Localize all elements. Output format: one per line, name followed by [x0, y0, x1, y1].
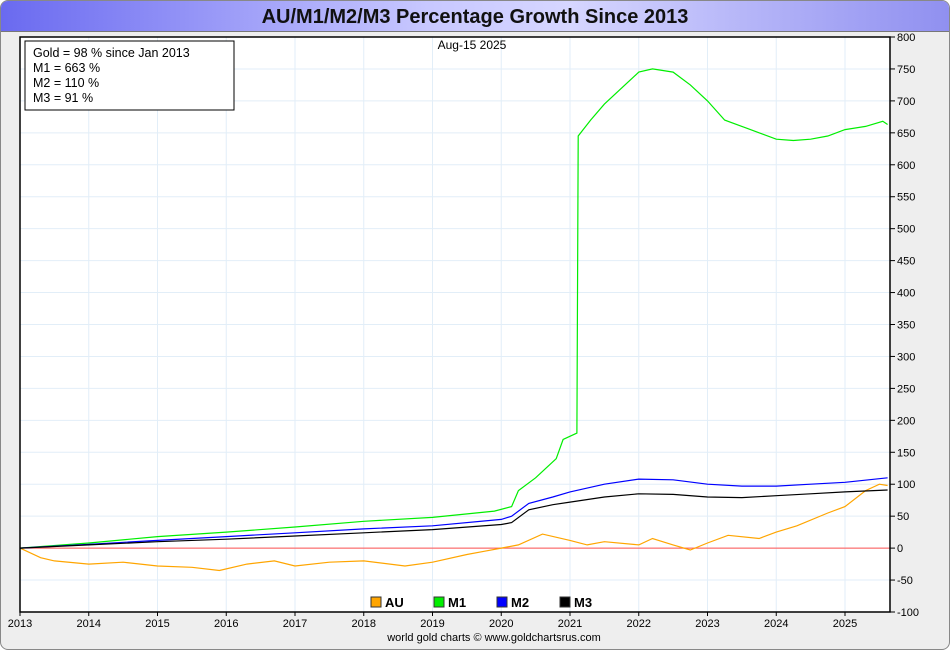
legend-swatch-m2 [496, 596, 508, 608]
x-tick-label: 2025 [833, 618, 857, 630]
x-tick-label: 2017 [283, 618, 307, 630]
info-line: M1 = 663 % [33, 61, 100, 75]
y-tick-label: 500 [897, 224, 915, 236]
y-tick-label: 450 [897, 256, 915, 268]
x-tick-label: 2024 [764, 618, 788, 630]
y-tick-label: 600 [897, 160, 915, 172]
y-tick-label: 750 [897, 64, 915, 76]
x-tick-label: 2023 [695, 618, 719, 630]
chart-svg: -100 -50 0 50 100 150 200 250 300 350 400 450 500 550… [8, 32, 919, 644]
x-tick-label: 2022 [627, 618, 651, 630]
x-tick-label: 2014 [77, 618, 101, 630]
y-tick-label: 350 [897, 320, 915, 332]
y-tick-label: -50 [897, 575, 913, 587]
y-tick-label: 150 [897, 447, 915, 459]
y-tick-label: 800 [897, 32, 915, 44]
info-line: Gold = 98 % since Jan 2013 [33, 46, 190, 60]
y-tick-label: 300 [897, 351, 915, 363]
x-tick-label: 2018 [352, 618, 376, 630]
chart-date: Aug-15 2025 [438, 38, 507, 52]
legend-label-m2: M2 [511, 595, 529, 610]
x-tick-label: 2016 [214, 618, 238, 630]
legend-swatch-m3 [559, 596, 571, 608]
x-tick-label: 2019 [420, 618, 444, 630]
legend-label-au: AU [385, 595, 404, 610]
y-tick-label: 250 [897, 383, 915, 395]
y-tick-label: 550 [897, 192, 915, 204]
legend-label-m3: M3 [574, 595, 592, 610]
y-tick-label: 200 [897, 415, 915, 427]
y-tick-label: 100 [897, 479, 915, 491]
x-tick-label: 2013 [8, 618, 32, 630]
x-tick-label: 2015 [145, 618, 169, 630]
credit-text: world gold charts © www.goldchartsrus.co… [386, 632, 601, 644]
x-tick-label: 2021 [558, 618, 582, 630]
y-tick-label: 0 [897, 543, 903, 555]
y-tick-label: 650 [897, 128, 915, 140]
y-tick-label: 700 [897, 96, 915, 108]
info-line: M2 = 110 % [33, 76, 99, 90]
y-tick-label: 400 [897, 288, 915, 300]
info-line: M3 = 91 % [33, 91, 93, 105]
y-tick-label: -100 [897, 607, 919, 619]
legend-label-m1: M1 [448, 595, 466, 610]
legend-swatch-m1 [433, 596, 445, 608]
legend-swatch-au [370, 596, 382, 608]
x-tick-label: 2020 [489, 618, 513, 630]
y-tick-label: 50 [897, 511, 909, 523]
